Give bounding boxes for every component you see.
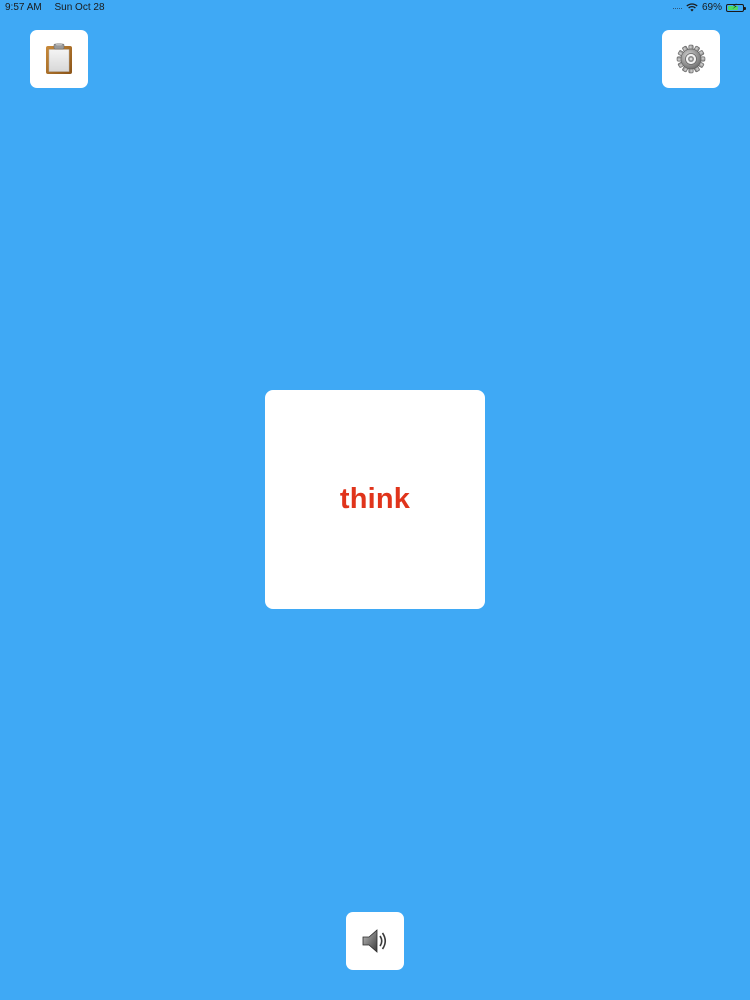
card-word: think <box>339 483 411 515</box>
speaker-icon <box>362 929 387 953</box>
clipboard-icon <box>46 43 72 74</box>
cellular-dots-icon: ····· <box>671 2 683 13</box>
clipboard-button[interactable] <box>30 30 88 88</box>
charging-bolt-icon: ⚡ <box>732 1 738 11</box>
status-time: 9:57 AM <box>5 2 42 13</box>
status-bar: 9:57 AM Sun Oct 28 ····· 69% ⚡ <box>0 0 750 16</box>
status-left: 9:57 AM Sun Oct 28 <box>5 2 115 13</box>
speaker-button[interactable] <box>346 912 404 970</box>
battery-percent: 69% <box>701 2 722 13</box>
status-date: Sun Oct 28 <box>54 2 105 13</box>
battery-charging-icon: ⚡ <box>726 1 746 12</box>
wifi-icon <box>686 3 698 12</box>
app-screen: 9:57 AM Sun Oct 28 ····· 69% ⚡ think <box>0 0 750 1000</box>
word-card[interactable]: think <box>265 390 485 609</box>
status-right: ····· 69% ⚡ <box>671 1 746 13</box>
gear-icon <box>676 44 706 74</box>
settings-button[interactable] <box>662 30 720 88</box>
